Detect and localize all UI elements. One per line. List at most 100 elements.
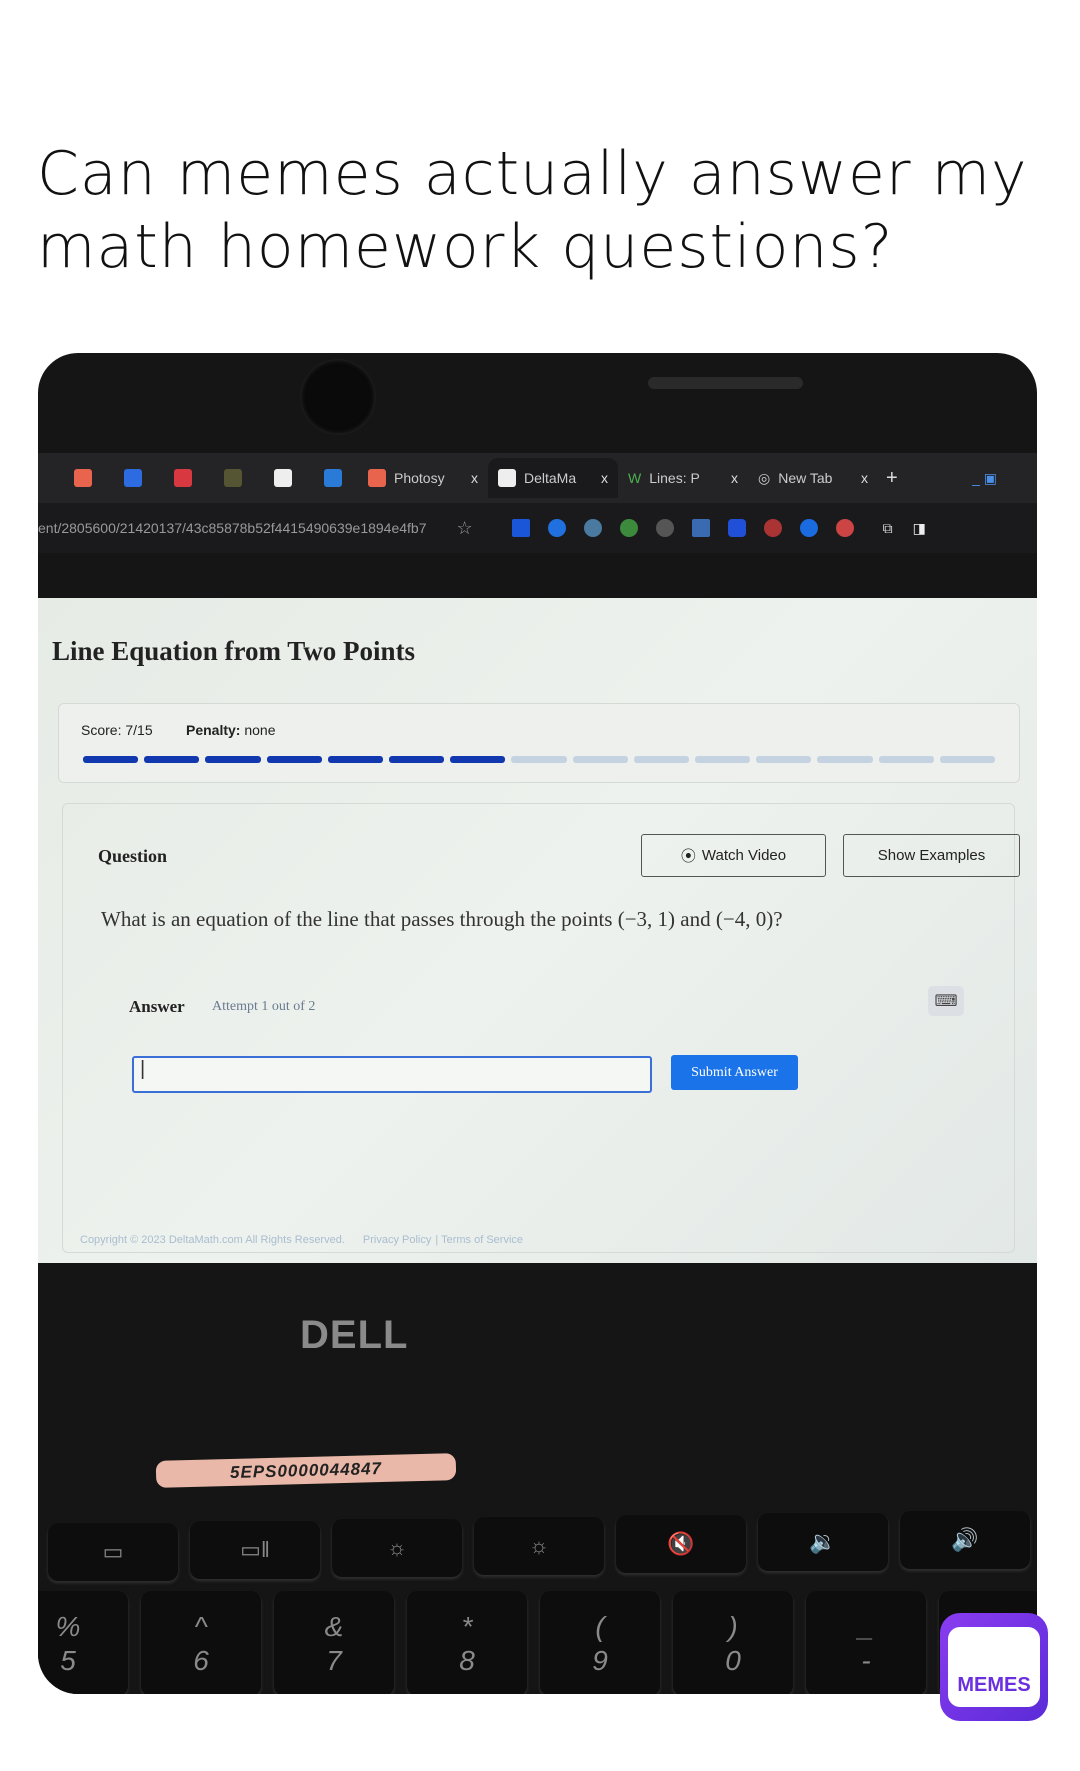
webcam — [300, 359, 376, 435]
tab-deltamath[interactable]: DeltaMa x — [488, 458, 618, 498]
attempt-label: Attempt 1 out of 2 — [212, 999, 316, 1014]
answer-input[interactable]: | — [132, 1056, 652, 1093]
tab-lines[interactable]: W Lines: P x — [618, 458, 748, 498]
address-bar[interactable]: ent/2805600/21420137/43c85878b52f4415490… — [38, 503, 1037, 553]
submit-answer-button[interactable]: Submit Answer — [671, 1055, 798, 1090]
watch-video-label: Watch Video — [701, 847, 787, 864]
copyright: Copyright © 2023 DeltaMath.com All Right… — [80, 1234, 345, 1246]
number-key[interactable]: ^ 6 — [141, 1591, 261, 1694]
question-text: What is an equation of the line that pas… — [101, 907, 783, 931]
chrome-icon: ◎ — [758, 469, 771, 486]
progress-segment — [939, 756, 996, 763]
progress-segment — [633, 756, 690, 763]
progress-segment — [327, 756, 384, 763]
privacy-link[interactable]: Privacy Policy — [363, 1234, 431, 1246]
close-tab-icon[interactable]: x — [861, 470, 868, 486]
number-key[interactable]: _ - — [806, 1591, 926, 1694]
docs-tab-icon[interactable] — [124, 469, 142, 487]
memes-logo-text: MEMES — [948, 1627, 1040, 1707]
page-title: Line Equation from Two Points — [52, 636, 416, 666]
key-bottom-symbol: 7 — [326, 1644, 342, 1676]
extension-icon[interactable] — [583, 519, 602, 537]
side-panel-icon[interactable]: ◨ — [913, 520, 926, 537]
keyboard-icon[interactable]: ⌨ — [928, 986, 964, 1016]
show-examples-button[interactable]: Show Examples — [843, 834, 1020, 877]
function-key[interactable]: ▭ǁ — [190, 1521, 320, 1579]
function-key[interactable]: 🔊 — [900, 1511, 1030, 1569]
close-tab-icon[interactable]: x — [601, 470, 608, 486]
progress-segment — [817, 756, 873, 763]
tab-icon[interactable] — [224, 469, 242, 487]
key-bottom-symbol: 9 — [592, 1644, 608, 1676]
extension-icon[interactable] — [547, 519, 566, 537]
extension-icon[interactable] — [763, 519, 782, 537]
lines-icon: W — [628, 470, 642, 486]
score-card: Score: 7/15 Penalty: none — [58, 703, 1020, 783]
question-label: Question — [98, 846, 168, 866]
key-top-symbol: * — [461, 1610, 473, 1642]
star-icon[interactable]: ☆ — [457, 518, 473, 539]
function-key[interactable]: ▭ — [48, 1523, 178, 1581]
tab-new-tab[interactable]: ◎ New Tab x — [748, 458, 878, 498]
url-text[interactable]: ent/2805600/21420137/43c85878b52f4415490… — [38, 520, 427, 536]
tab-label: Lines: P — [649, 470, 700, 486]
watch-video-button[interactable]: ⦿ Watch Video — [641, 834, 826, 877]
tab-photos[interactable]: Photosy x — [358, 458, 488, 498]
play-icon: ⦿ — [680, 848, 696, 865]
number-key[interactable]: & 7 — [274, 1591, 394, 1694]
extension-icon[interactable] — [727, 519, 746, 537]
number-key[interactable]: % 5 — [38, 1591, 128, 1694]
new-tab-button[interactable]: + — [886, 467, 898, 490]
key-bottom-symbol: 5 — [60, 1644, 76, 1676]
function-key[interactable]: ☼ — [474, 1517, 604, 1575]
extension-icon[interactable] — [619, 519, 638, 537]
deltamath-page: Line Equation from Two Points Score: 7/1… — [38, 598, 1037, 1263]
tab-label: New Tab — [778, 470, 833, 486]
post-caption: Can memes actually answer my math homewo… — [37, 139, 1028, 282]
function-key[interactable]: ☼ — [332, 1519, 462, 1577]
function-key[interactable]: 🔉 — [758, 1513, 888, 1571]
window-controls-icon[interactable]: _ ▣ — [972, 470, 997, 487]
progress-segment — [266, 756, 322, 763]
number-key[interactable]: (9 — [540, 1591, 660, 1694]
b-tab-icon[interactable] — [324, 469, 342, 487]
progress-segment — [205, 756, 261, 763]
progress-segment — [511, 756, 567, 763]
deltamath-icon — [498, 469, 516, 487]
progress-segment — [450, 756, 506, 763]
penalty-label: Penalty: none — [186, 722, 276, 738]
number-key[interactable]: ) 0 — [673, 1591, 793, 1694]
key-top-symbol: ) — [728, 1610, 738, 1642]
bezel-slot — [648, 377, 803, 389]
number-key[interactable]: * 8 — [407, 1591, 527, 1694]
close-tab-icon[interactable]: x — [731, 470, 738, 486]
extensions-puzzle-icon[interactable]: ⧉ — [883, 520, 893, 537]
e-tab-icon[interactable] — [174, 469, 192, 487]
close-tab-icon[interactable]: x — [471, 470, 478, 486]
key-top-symbol: ^ — [194, 1610, 208, 1642]
extension-icon[interactable] — [799, 519, 818, 537]
key-bottom-symbol: 0 — [725, 1644, 741, 1676]
slides-tab-icon[interactable] — [74, 469, 92, 487]
penalty-value: none — [244, 722, 276, 738]
function-key[interactable]: 🔇 — [616, 1515, 746, 1573]
key-top-symbol: _ — [858, 1610, 874, 1642]
penalty-title: Penalty: — [186, 722, 241, 738]
slides-icon — [368, 469, 386, 487]
terms-link[interactable]: Terms of Service — [441, 1234, 523, 1246]
question-card: Question ⦿ Watch Video Show Examples What… — [62, 803, 1020, 1253]
extension-icon[interactable] — [655, 519, 674, 537]
progress-segment — [572, 756, 628, 763]
key-top-symbol: & — [324, 1610, 344, 1642]
progress-segment — [144, 756, 200, 763]
deltamath-tab-icon[interactable] — [274, 469, 292, 487]
extension-icon[interactable] — [835, 519, 854, 537]
memes-logo: MEMES — [940, 1613, 1048, 1721]
key-bottom-symbol: - — [861, 1644, 871, 1676]
asset-tag-sticker: 5EPS0000044847 — [155, 1453, 457, 1488]
extension-icon[interactable] — [511, 519, 530, 537]
extension-icon[interactable] — [691, 519, 710, 537]
tab-label: Photosy — [394, 470, 445, 486]
key-top-symbol: ( — [595, 1610, 605, 1642]
laptop-photo: Photosy x DeltaMa x W Lines: P x ◎ New Tab x +… — [38, 353, 1037, 1694]
